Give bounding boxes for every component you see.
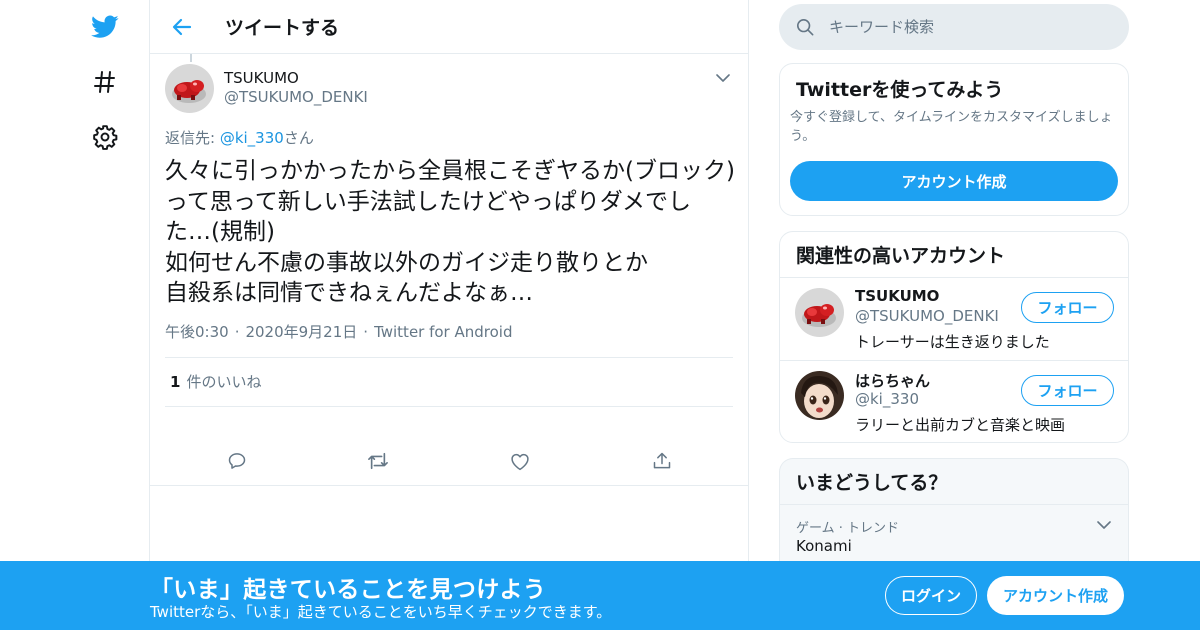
account-bio: ラリーと出前カブと音楽と映画 bbox=[855, 416, 1066, 434]
related-accounts-card: 関連性の高いアカウント TSUKUMO @TSUKUMO_DENKI トレーサー… bbox=[779, 231, 1129, 443]
like-label: 件のいいね bbox=[186, 373, 262, 391]
tweet: TSUKUMO @TSUKUMO_DENKI 返信先: @ki_330さん 久々… bbox=[150, 54, 748, 470]
likes-summary[interactable]: 1 件のいいね bbox=[165, 356, 733, 407]
banner-title: 「いま」起きていることを見つけよう bbox=[150, 577, 547, 603]
meta-separator: · bbox=[234, 322, 240, 341]
account-avatar[interactable] bbox=[795, 288, 844, 337]
banner-create-account-button[interactable]: アカウント作成 bbox=[987, 576, 1124, 615]
follow-button[interactable]: フォロー bbox=[1021, 375, 1114, 406]
tweet-time[interactable]: 午後0:30 bbox=[165, 321, 229, 342]
chevron-down-icon[interactable] bbox=[1094, 515, 1114, 535]
account-name[interactable]: TSUKUMO bbox=[855, 287, 939, 305]
trends-header: いまどうしてる？ bbox=[780, 459, 1128, 505]
reply-mention-link[interactable]: @ki_330 bbox=[220, 129, 284, 147]
retweet-icon[interactable] bbox=[366, 449, 390, 473]
tweet-source[interactable]: Twitter for Android bbox=[374, 323, 512, 341]
trend-item[interactable]: ゲーム · トレンド Konami bbox=[780, 505, 1128, 565]
account-name[interactable]: はらちゃん bbox=[855, 370, 930, 391]
like-count: 1 bbox=[170, 372, 181, 391]
follow-button[interactable]: フォロー bbox=[1021, 292, 1114, 323]
back-arrow-icon[interactable] bbox=[167, 12, 197, 42]
author-name[interactable]: TSUKUMO bbox=[224, 69, 368, 87]
tweet-author: TSUKUMO @TSUKUMO_DENKI bbox=[165, 64, 733, 113]
hashtag-icon[interactable] bbox=[90, 67, 120, 97]
settings-gear-icon[interactable] bbox=[90, 122, 120, 152]
account-avatar[interactable] bbox=[795, 371, 844, 420]
login-button[interactable]: ログイン bbox=[885, 576, 977, 615]
reply-to-suffix: さん bbox=[283, 129, 314, 147]
main-header: ツイートする bbox=[150, 0, 748, 54]
author-avatar[interactable] bbox=[165, 64, 214, 113]
tweet-bottom-divider bbox=[150, 485, 748, 486]
reply-icon[interactable] bbox=[225, 449, 249, 473]
account-handle[interactable]: @ki_330 bbox=[855, 390, 919, 408]
related-accounts-title: 関連性の高いアカウント bbox=[796, 245, 1006, 267]
tweet-actions bbox=[165, 407, 733, 470]
reply-to-prefix: 返信先: bbox=[165, 129, 220, 147]
account-bio: トレーサーは生き返りました bbox=[855, 333, 1050, 351]
author-handle[interactable]: @TSUKUMO_DENKI bbox=[224, 87, 368, 107]
reply-to-line: 返信先: @ki_330さん bbox=[165, 127, 733, 148]
main-column: ツイートする TSUKUMO @TSUKUMO_DENKI 返信先: @ki_3… bbox=[149, 0, 749, 630]
tweet-metadata: 午後0:30 · 2020年9月21日 · Twitter for Androi… bbox=[165, 321, 733, 343]
account-handle[interactable]: @TSUKUMO_DENKI bbox=[855, 307, 999, 325]
search-icon bbox=[795, 17, 815, 37]
related-accounts-header: 関連性の高いアカウント bbox=[780, 232, 1128, 278]
related-account-item[interactable]: はらちゃん @ki_330 ラリーと出前カブと音楽と映画 フォロー bbox=[780, 361, 1128, 442]
page-title: ツイートする bbox=[225, 17, 340, 39]
search-input[interactable] bbox=[829, 18, 1109, 36]
chevron-down-icon[interactable] bbox=[713, 68, 733, 88]
tweet-date[interactable]: 2020年9月21日 bbox=[245, 321, 357, 342]
trends-title: いまどうしてる？ bbox=[796, 472, 948, 494]
signup-banner: 「いま」起きていることを見つけよう Twitterなら、「いま」起きていることを… bbox=[0, 561, 1200, 630]
search-bar[interactable] bbox=[779, 4, 1129, 50]
meta-separator: · bbox=[363, 322, 369, 341]
like-icon[interactable] bbox=[508, 449, 532, 473]
signup-card-description: 今すぐ登録して、タイムラインをカスタマイズしましょう。 bbox=[790, 110, 1113, 144]
thread-connector-line bbox=[190, 54, 192, 62]
signup-card: Twitterを使ってみよう 今すぐ登録して、タイムラインをカスタマイズしましょ… bbox=[779, 63, 1129, 216]
twitter-logo-icon[interactable] bbox=[90, 12, 120, 42]
related-account-item[interactable]: TSUKUMO @TSUKUMO_DENKI トレーサーは生き返りました フォロ… bbox=[780, 278, 1128, 361]
trend-name[interactable]: Konami bbox=[796, 537, 852, 555]
trend-category: ゲーム · トレンド bbox=[796, 521, 900, 536]
share-icon[interactable] bbox=[650, 449, 674, 473]
banner-subtitle: Twitterなら、「いま」起きていることをいち早くチェックできます。 bbox=[150, 603, 612, 621]
tweet-text: 久々に引っかかったから全員根こそぎヤるか(ブロック) って思って新しい手法試した… bbox=[165, 158, 735, 306]
create-account-button[interactable]: アカウント作成 bbox=[790, 161, 1118, 201]
signup-card-title: Twitterを使ってみよう bbox=[796, 79, 1004, 101]
